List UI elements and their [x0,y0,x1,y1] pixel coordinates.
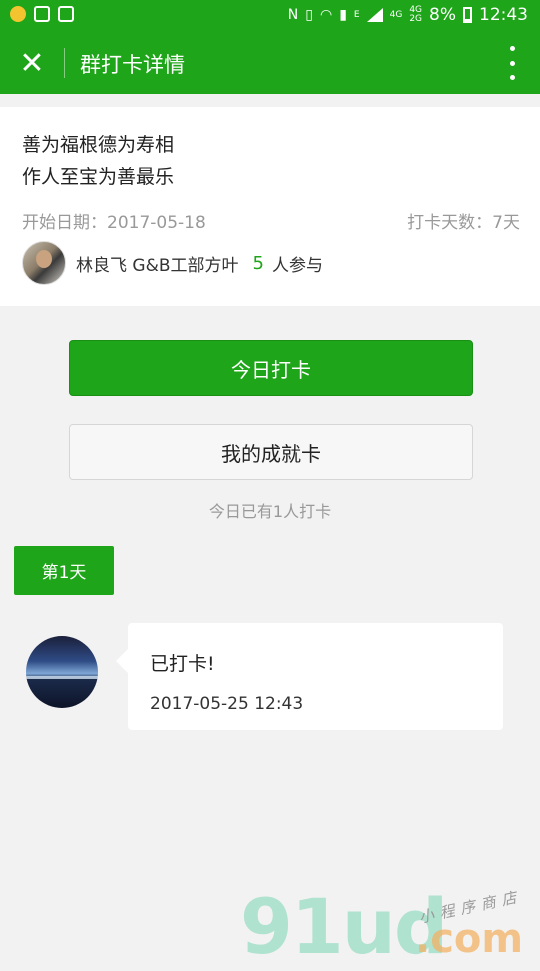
motto-line-1: 善为福根德为寿相 [22,134,175,156]
network-4g-label: 4G [389,9,403,20]
start-date: 开始日期：2017-05-18 [22,213,206,233]
avatar[interactable] [22,241,66,285]
day-badge: 第1天 [14,546,114,595]
checkin-post: 已打卡! 2017-05-25 12:43 [116,623,503,730]
vibrate-icon: ▯ [305,7,313,23]
motto-line-2: 作人至宝为善最乐 [22,166,175,188]
watermark-suffix: .com [415,916,524,962]
gallery-icon [34,6,50,22]
checkin-days: 打卡天数：7天 [407,213,520,233]
wifi-icon: ◠ [319,7,333,23]
participants-count: 5 [252,252,264,274]
post-text: 已打卡! [150,653,215,675]
signal-icon [366,8,383,22]
checkin-button[interactable]: 今日打卡 [69,340,473,396]
achievement-card-button[interactable]: 我的成就卡 [69,424,473,480]
system-indicators: N ▯ ◠ ▮ E 4G 4G 2G 8% 12:43 [288,5,528,25]
post-avatar[interactable] [26,636,98,708]
app-notification-icon [10,6,26,22]
owner-name: 林良飞 G&B工部方叶 [76,255,239,276]
close-icon[interactable]: ✕ [12,43,52,83]
network-e-label: E [353,9,360,20]
page-title: 群打卡详情 [80,53,185,77]
more-options-icon[interactable] [502,46,522,80]
battery-percent: 8% [429,5,456,25]
battery-icon [463,7,472,23]
today-summary: 今日已有1人打卡 [208,502,332,521]
owner-row: 林良飞 G&B工部方叶 5 人参与 [22,241,323,285]
post-time: 2017-05-25 12:43 [150,694,304,714]
clock: 12:43 [479,5,528,25]
app-bar: ✕ 群打卡详情 [0,32,540,94]
divider [64,48,65,78]
status-bar: N ▯ ◠ ▮ E 4G 4G 2G 8% 12:43 [0,0,540,32]
participants-label: 人参与 [271,255,323,276]
nfc-icon: N [287,7,299,23]
notification-icons [10,6,74,22]
sim-icon: ▮ [339,7,347,23]
group-info-card: 善为福根德为寿相 作人至宝为善最乐 开始日期：2017-05-18 打卡天数：7… [0,107,540,306]
network-2g-label: 2G [409,14,423,24]
screenshot-icon [58,6,74,22]
